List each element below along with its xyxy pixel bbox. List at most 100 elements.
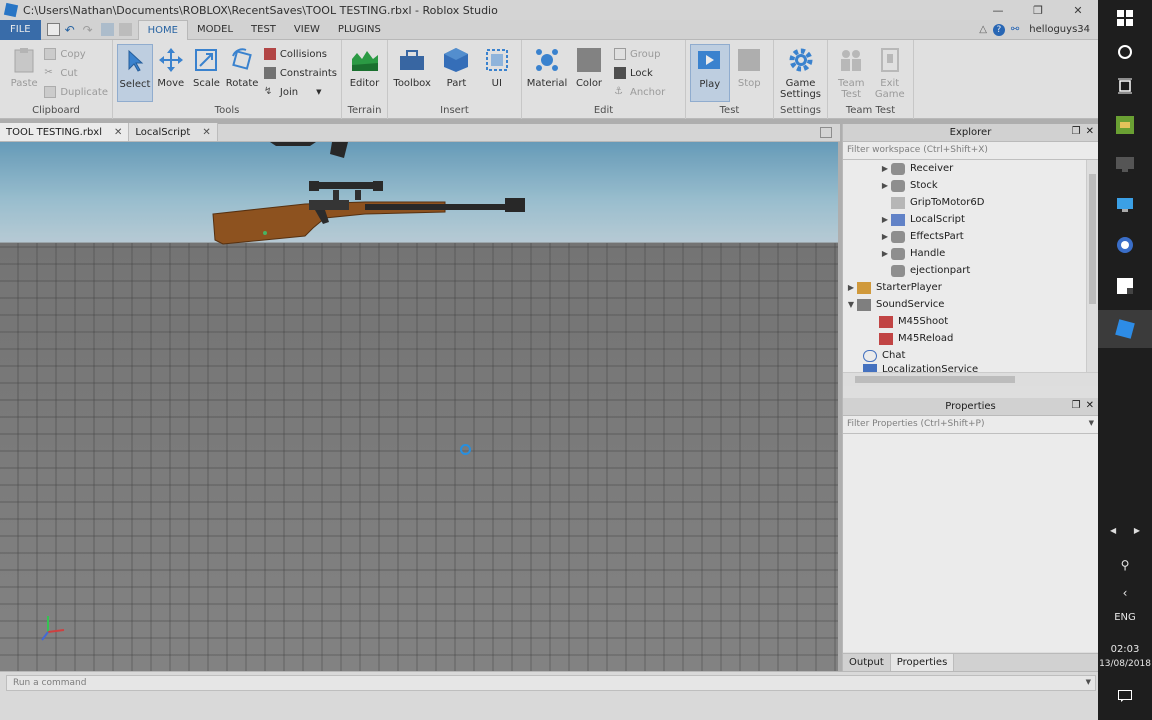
anchor-button[interactable]: ⚓ Anchor: [614, 84, 665, 100]
explorer-filter-input[interactable]: Filter workspace (Ctrl+Shift+X): [843, 142, 1098, 160]
minimize-button[interactable]: —: [978, 0, 1018, 20]
redo-icon[interactable]: ↷: [83, 23, 96, 37]
scroll-thumb[interactable]: [855, 376, 1015, 383]
command-input[interactable]: Run a command ▼: [6, 675, 1096, 691]
expand-arrow-icon[interactable]: ▶: [879, 215, 891, 224]
show-hidden-icons-chevron[interactable]: ‹: [1098, 584, 1152, 602]
rotate-label: Rotate: [225, 78, 259, 89]
tab-plugins[interactable]: PLUGINS: [329, 20, 390, 40]
notifications-icon[interactable]: [1098, 686, 1152, 706]
tab-view[interactable]: VIEW: [285, 20, 329, 40]
tree-item-effectspart[interactable]: ▶ EffectsPart: [843, 228, 1098, 245]
group-button[interactable]: Group: [614, 46, 665, 62]
collapse-arrow-icon[interactable]: ▼: [845, 300, 857, 309]
lock-icon: [614, 67, 626, 79]
tree-item-receiver[interactable]: ▶ Receiver: [843, 160, 1098, 177]
doc-tab-localscript[interactable]: LocalScript ✕: [129, 123, 218, 141]
constraints-toggle[interactable]: Constraints: [263, 65, 337, 81]
copy-button[interactable]: Copy: [44, 46, 108, 62]
scroll-thumb[interactable]: [1089, 174, 1096, 304]
tree-item-stock[interactable]: ▶ Stock: [843, 177, 1098, 194]
toolbox-icon: [398, 46, 426, 74]
browser-app-icon[interactable]: [1098, 232, 1152, 258]
file-menu[interactable]: FILE: [0, 19, 41, 40]
join-label: Join: [279, 86, 299, 98]
up-arrow-icon[interactable]: △: [979, 24, 987, 35]
rifle-model[interactable]: [205, 178, 535, 254]
game-app-icon[interactable]: [1098, 112, 1152, 138]
close-button[interactable]: ✕: [1058, 0, 1098, 20]
tab-properties[interactable]: Properties: [889, 654, 955, 671]
join-dropdown[interactable]: ↯ Join ▼: [264, 84, 337, 100]
windows-start-icon[interactable]: [1098, 6, 1152, 30]
mesh-part-icon: [891, 179, 905, 192]
clock-time[interactable]: 02:03: [1098, 642, 1152, 656]
team-icon: [837, 46, 865, 74]
task-view-icon[interactable]: [1098, 74, 1152, 98]
properties-filter-input[interactable]: Filter Properties (Ctrl+Shift+P) ▼: [843, 416, 1098, 434]
remote-desktop-icon[interactable]: [1098, 192, 1152, 218]
floating-part[interactable]: [270, 142, 360, 162]
taskbar-scroll-arrows[interactable]: ◀ ▶: [1098, 524, 1152, 536]
3d-viewport[interactable]: [0, 142, 838, 671]
expand-arrow-icon[interactable]: ▶: [879, 249, 891, 258]
people-icon[interactable]: ⚲: [1098, 556, 1152, 574]
close-icon[interactable]: ✕: [1086, 126, 1094, 137]
help-icon[interactable]: ?: [992, 23, 1005, 36]
expand-arrow-icon[interactable]: ▶: [879, 181, 891, 190]
tree-item-m45shoot[interactable]: M45Shoot: [843, 313, 1098, 330]
close-icon[interactable]: ✕: [114, 127, 122, 138]
undock-icon[interactable]: ❐: [1072, 400, 1081, 411]
tree-item-soundservice[interactable]: ▼ SoundService: [843, 296, 1098, 313]
share-icon[interactable]: ⚯: [1011, 24, 1019, 35]
localization-icon: [863, 364, 877, 372]
mouse-cursor-circle: [460, 444, 471, 455]
properties-header: Properties ❐ ✕: [843, 398, 1098, 416]
duplicate-button[interactable]: Duplicate: [44, 84, 108, 100]
username[interactable]: helloguys34: [1029, 24, 1090, 35]
tab-model[interactable]: MODEL: [188, 20, 242, 40]
tree-item-chat[interactable]: Chat: [843, 347, 1098, 364]
more-icon[interactable]: [118, 23, 132, 36]
part-icon: [891, 230, 905, 243]
close-icon[interactable]: ✕: [1086, 400, 1094, 411]
tab-output[interactable]: Output: [843, 654, 890, 671]
search-icon[interactable]: [1098, 40, 1152, 64]
tree-item-localizationservice[interactable]: LocalizationService: [843, 364, 1098, 372]
sticky-notes-icon[interactable]: [1098, 272, 1152, 300]
chevron-down-icon[interactable]: ▼: [1089, 419, 1094, 427]
tree-item-m45reload[interactable]: M45Reload: [843, 330, 1098, 347]
edit-group: Material Color Group Lock ⚓ Anchor Edit: [522, 40, 686, 119]
explorer-horizontal-scrollbar[interactable]: [843, 372, 1098, 386]
roblox-studio-taskbar-icon[interactable]: [1098, 310, 1152, 348]
expand-arrow-icon[interactable]: ▶: [879, 232, 891, 241]
play-button[interactable]: Play: [690, 44, 730, 102]
tree-item-ejectionpart[interactable]: ejectionpart: [843, 262, 1098, 279]
close-icon[interactable]: ✕: [202, 127, 210, 138]
tree-item-handle[interactable]: ▶ Handle: [843, 245, 1098, 262]
tab-test[interactable]: TEST: [242, 20, 285, 40]
team-test-label-2: Test: [841, 89, 862, 100]
tree-item-starterplayer[interactable]: ▶ StarterPlayer: [843, 279, 1098, 296]
restore-viewport-icon[interactable]: [820, 127, 832, 138]
undo-icon[interactable]: ↶: [65, 23, 78, 37]
tab-home[interactable]: HOME: [137, 19, 188, 40]
expand-arrow-icon[interactable]: ▶: [845, 283, 857, 292]
expand-arrow-icon[interactable]: ▶: [879, 164, 891, 173]
chevron-down-icon[interactable]: ▼: [1086, 678, 1091, 686]
lock-button[interactable]: Lock: [614, 65, 665, 81]
doc-tab-place[interactable]: TOOL TESTING.rbxl ✕: [0, 123, 130, 141]
undock-icon[interactable]: ❐: [1072, 126, 1081, 137]
maximize-button[interactable]: ❐: [1018, 0, 1058, 20]
explorer-vertical-scrollbar[interactable]: [1086, 160, 1098, 372]
language-indicator[interactable]: ENG: [1098, 608, 1152, 626]
monitor-app-icon[interactable]: [1098, 152, 1152, 178]
cut-button[interactable]: ✂ Cut: [44, 65, 108, 81]
tree-item-localscript[interactable]: ▶ LocalScript: [843, 211, 1098, 228]
new-file-icon[interactable]: [46, 23, 60, 36]
collisions-toggle[interactable]: Collisions: [263, 46, 337, 62]
select-button[interactable]: Select: [117, 44, 153, 102]
clock-date[interactable]: 13/08/2018: [1098, 657, 1152, 671]
play-here-icon[interactable]: [100, 23, 114, 36]
tree-item-griptomotor6d[interactable]: GripToMotor6D: [843, 194, 1098, 211]
